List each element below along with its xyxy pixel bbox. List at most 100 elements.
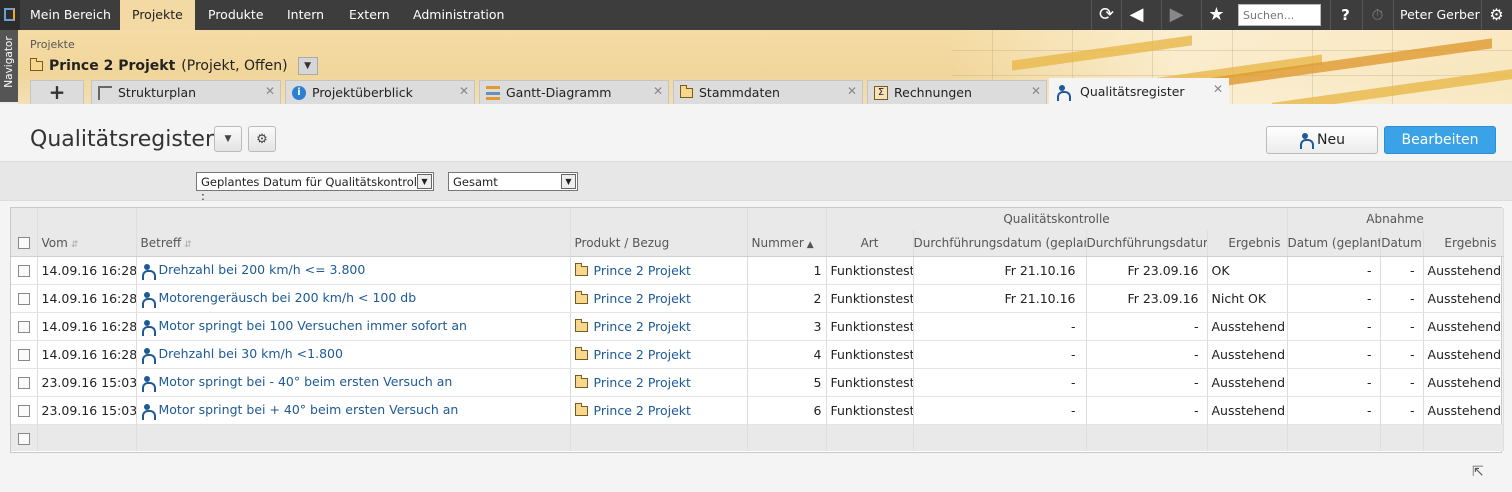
col-datum[interactable]: Datum xyxy=(1380,230,1424,257)
settings-gear-icon[interactable]: ⚙ xyxy=(1481,0,1511,30)
produkt-link[interactable]: Prince 2 Projekt xyxy=(594,347,691,362)
sort-icon: ⇵ xyxy=(184,239,192,250)
betreff-link[interactable]: Motor springt bei + 40° beim ersten Vers… xyxy=(159,402,459,417)
col-ergebnis-abnahme[interactable]: Ergebnis xyxy=(1423,230,1504,257)
help-icon[interactable]: ? xyxy=(1330,0,1360,30)
tab-stammdaten[interactable]: Stammdaten ✕ xyxy=(673,80,863,104)
project-name: Prince 2 Projekt xyxy=(49,58,176,74)
nav-administration[interactable]: Administration xyxy=(403,0,514,30)
nav-projekte[interactable]: Projekte xyxy=(120,0,195,30)
view-dropdown-button[interactable]: ▼ xyxy=(214,126,242,152)
cell-betreff[interactable]: Motor springt bei 100 Versuchen immer so… xyxy=(136,312,571,341)
col-produkt[interactable]: Produkt / Bezug xyxy=(570,230,748,257)
close-icon[interactable]: ✕ xyxy=(847,84,857,98)
folder-icon xyxy=(574,262,588,276)
cell-betreff[interactable]: Motor springt bei + 40° beim ersten Vers… xyxy=(136,396,571,425)
cell-nummer: 1 xyxy=(747,256,827,285)
view-settings-gear-icon[interactable]: ⚙ xyxy=(248,126,276,152)
row-checkbox[interactable] xyxy=(17,265,30,277)
cell-betreff[interactable]: Drehzahl bei 200 km/h <= 3.800 xyxy=(136,256,571,285)
col-durchfuehrung-geplant[interactable]: Durchführungsdatum (geplant) xyxy=(913,230,1087,257)
table-row[interactable]: 23.09.16 15:03h Motor springt bei - 40° b… xyxy=(11,368,1504,397)
breadcrumb[interactable]: Projekte xyxy=(30,38,75,51)
row-checkbox[interactable] xyxy=(17,321,30,333)
produkt-link[interactable]: Prince 2 Projekt xyxy=(594,375,691,390)
cell-produkt[interactable]: Prince 2 Projekt xyxy=(570,284,748,313)
table-row[interactable]: 14.09.16 16:28h Drehzahl bei 30 km/h <1.8… xyxy=(11,340,1504,369)
nav-produkte[interactable]: Produkte xyxy=(198,0,274,30)
betreff-link[interactable]: Drehzahl bei 200 km/h <= 3.800 xyxy=(159,262,366,277)
navigator-toggle[interactable]: Navigator xyxy=(0,30,18,102)
cell-produkt[interactable]: Prince 2 Projekt xyxy=(570,396,748,425)
project-menu-dropdown[interactable]: ▼ xyxy=(297,57,318,75)
close-icon[interactable]: ✕ xyxy=(1031,84,1041,98)
nav-extern[interactable]: Extern xyxy=(339,0,400,30)
footer-checkbox[interactable] xyxy=(17,432,30,445)
add-tab-button[interactable]: + xyxy=(30,80,84,104)
col-datum-geplant[interactable]: Datum (geplant) xyxy=(1287,230,1381,257)
scope-filter-select[interactable]: Gesamt ▼ xyxy=(448,172,578,191)
footer-cell xyxy=(1380,424,1424,451)
close-icon[interactable]: ✕ xyxy=(459,84,469,98)
table-row[interactable]: 23.09.16 15:03h Motor springt bei + 40° b… xyxy=(11,396,1504,425)
row-checkbox[interactable] xyxy=(17,377,30,389)
footer-cell xyxy=(1287,424,1381,451)
table-row[interactable]: 14.09.16 16:28h Drehzahl bei 200 km/h <= … xyxy=(11,256,1504,285)
col-ergebnis[interactable]: Ergebnis xyxy=(1207,230,1288,257)
cell-betreff[interactable]: Motorengeräusch bei 200 km/h < 100 db xyxy=(136,284,571,313)
date-filter-select[interactable]: Geplantes Datum für Qualitätskontrolle :… xyxy=(196,172,434,203)
produkt-link[interactable]: Prince 2 Projekt xyxy=(594,263,691,278)
col-nummer[interactable]: Nummer ▲ xyxy=(747,230,827,257)
betreff-link[interactable]: Motor springt bei - 40° beim ersten Vers… xyxy=(159,374,453,389)
cell-datum: - xyxy=(1380,284,1424,313)
cell-produkt[interactable]: Prince 2 Projekt xyxy=(570,312,748,341)
table-row[interactable]: 14.09.16 16:28h Motorengeräusch bei 200 k… xyxy=(11,284,1504,313)
refresh-icon[interactable]: ⟳ xyxy=(1091,0,1121,30)
edit-button[interactable]: Bearbeiten xyxy=(1384,126,1496,154)
row-checkbox[interactable] xyxy=(17,349,30,361)
export-icon[interactable]: ⇱ xyxy=(1472,464,1490,482)
nav-intern[interactable]: Intern xyxy=(277,0,334,30)
user-name[interactable]: Peter Gerber xyxy=(1393,0,1486,30)
cell-ergebnis-abnahme: Ausstehend xyxy=(1423,312,1504,341)
star-icon[interactable]: ★ xyxy=(1201,0,1231,30)
cell-betreff[interactable]: Drehzahl bei 30 km/h <1.800 xyxy=(136,340,571,369)
back-arrow-icon[interactable]: ◀ xyxy=(1121,0,1151,30)
betreff-link[interactable]: Motor springt bei 100 Versuchen immer so… xyxy=(159,318,467,333)
search-input[interactable] xyxy=(1238,4,1321,26)
new-button[interactable]: Neu xyxy=(1266,126,1378,154)
col-betreff[interactable]: Betreff ⇵ xyxy=(136,230,571,257)
table-row[interactable]: 14.09.16 16:28h Motor springt bei 100 Ver… xyxy=(11,312,1504,341)
close-icon[interactable]: ✕ xyxy=(653,84,663,98)
cell-betreff[interactable]: Motor springt bei - 40° beim ersten Vers… xyxy=(136,368,571,397)
betreff-link[interactable]: Motorengeräusch bei 200 km/h < 100 db xyxy=(159,290,417,305)
tab-qualitaetsregister[interactable]: Qualitätsregister ✕ xyxy=(1049,78,1229,104)
produkt-link[interactable]: Prince 2 Projekt xyxy=(594,319,691,334)
produkt-link[interactable]: Prince 2 Projekt xyxy=(594,403,691,418)
forward-arrow-icon[interactable]: ▶ xyxy=(1161,0,1191,30)
cell-produkt[interactable]: Prince 2 Projekt xyxy=(570,256,748,285)
produkt-link[interactable]: Prince 2 Projekt xyxy=(594,291,691,306)
timer-icon[interactable]: ⏱ xyxy=(1362,0,1392,30)
betreff-link[interactable]: Drehzahl bei 30 km/h <1.800 xyxy=(159,346,343,361)
tab-projektueberblick[interactable]: i Projektüberblick ✕ xyxy=(285,80,475,104)
row-checkbox[interactable] xyxy=(17,405,30,417)
new-button-label: Neu xyxy=(1317,132,1345,148)
close-icon[interactable]: ✕ xyxy=(1213,82,1223,96)
tab-rechnungen[interactable]: Σ Rechnungen ✕ xyxy=(867,80,1047,104)
cell-produkt[interactable]: Prince 2 Projekt xyxy=(570,340,748,369)
tab-strukturplan[interactable]: Strukturplan ✕ xyxy=(91,80,281,104)
cell-produkt[interactable]: Prince 2 Projekt xyxy=(570,368,748,397)
col-vom[interactable]: Vom ⇵ xyxy=(37,230,137,257)
col-durchfuehrung[interactable]: Durchführungsdatum xyxy=(1086,230,1208,257)
folder-icon xyxy=(574,402,588,416)
nav-mein-bereich[interactable]: Mein Bereich xyxy=(20,0,121,30)
tab-gantt-diagramm[interactable]: Gantt-Diagramm ✕ xyxy=(479,80,669,104)
app-logo-icon[interactable] xyxy=(0,0,20,30)
close-icon[interactable]: ✕ xyxy=(265,84,275,98)
row-checkbox[interactable] xyxy=(17,293,30,305)
select-all-checkbox[interactable] xyxy=(17,237,30,250)
sort-icon: ⇵ xyxy=(70,239,79,250)
cell-datum-geplant: - xyxy=(1287,312,1381,341)
col-art[interactable]: Art xyxy=(826,230,914,257)
